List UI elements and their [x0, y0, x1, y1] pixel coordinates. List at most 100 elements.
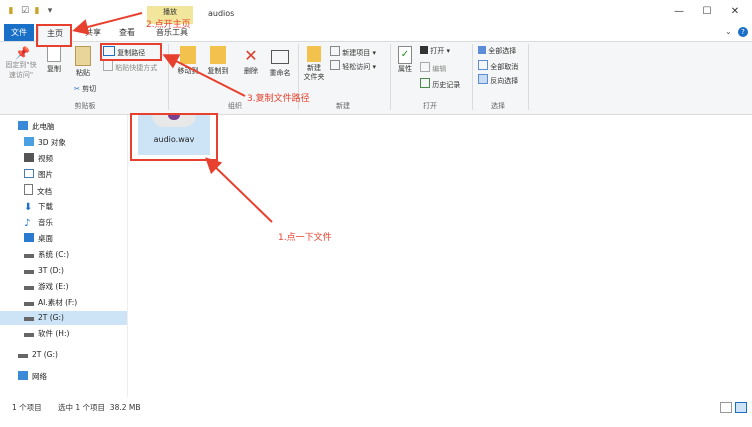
drive-icon: [24, 270, 34, 274]
history-label: 历史记录: [432, 81, 461, 89]
new-folder-label: 新建 文件夹: [303, 64, 325, 81]
annotation-step2: 2.点开主页: [146, 20, 191, 30]
invert-selection-label: 反向选择: [490, 77, 519, 85]
cut-button[interactable]: ✂ 剪切: [74, 84, 96, 94]
select-all-icon: [478, 46, 486, 54]
status-item-count: 1 个项目: [12, 403, 42, 412]
properties-button[interactable]: ✓ 属性: [394, 46, 416, 74]
nav-item-desktop[interactable]: 桌面: [24, 232, 132, 246]
nav-item-videos[interactable]: 视频: [24, 152, 132, 166]
select-none-label: 全部取消: [490, 63, 519, 71]
nav-label: 下载: [38, 202, 53, 211]
ribbon-separator: [472, 44, 473, 110]
drive-icon: [24, 317, 34, 321]
large-icons-view-icon[interactable]: [735, 402, 747, 413]
nav-item-this-pc[interactable]: 此电脑: [18, 120, 126, 134]
copy-to-icon: [210, 46, 226, 64]
nav-label: 2T (G:): [38, 313, 64, 322]
copy-button[interactable]: 复制: [42, 46, 66, 74]
edit-button[interactable]: 编辑: [420, 62, 446, 74]
move-to-icon: [180, 46, 196, 64]
picture-icon: [24, 169, 34, 178]
easy-access-button[interactable]: 轻松访问 ▾: [330, 60, 376, 72]
copy-to-button[interactable]: 复制到: [204, 46, 232, 76]
drive-icon: [24, 254, 34, 258]
nav-label: 桌面: [38, 234, 53, 243]
minimize-button[interactable]: —: [669, 6, 689, 18]
select-all-label: 全部选择: [488, 47, 517, 55]
delete-label: 删除: [244, 67, 258, 75]
rename-button[interactable]: 重命名: [265, 46, 295, 78]
paste-shortcut-button[interactable]: 粘贴快捷方式: [103, 60, 157, 73]
select-all-button[interactable]: 全部选择: [478, 46, 516, 56]
rename-label: 重命名: [269, 69, 291, 77]
tab-share[interactable]: 共享: [80, 24, 106, 41]
nav-item-drive-d[interactable]: 3T (D:): [24, 264, 132, 278]
nav-item-drive-c[interactable]: 系统 (C:): [24, 248, 132, 262]
pin-quick-access-button[interactable]: 📌 固定到"快 速访问": [4, 46, 38, 80]
nav-label: AI.素材 (F:): [38, 298, 78, 307]
open-button[interactable]: 打开 ▾: [420, 46, 450, 56]
nav-item-3d-objects[interactable]: 3D 对象: [24, 136, 132, 150]
help-icon[interactable]: ?: [738, 27, 748, 37]
clipboard-group-label: 剪贴板: [74, 102, 96, 110]
dropdown-icon: ▾: [372, 49, 376, 57]
new-folder-icon: [307, 46, 321, 62]
nav-item-drive-g[interactable]: 2T (G:): [0, 311, 127, 325]
highlight-home-tab: [36, 24, 72, 47]
details-view-icon[interactable]: [720, 402, 732, 413]
nav-item-drive-f[interactable]: AI.素材 (F:): [24, 296, 132, 310]
dropdown-icon: ▾: [372, 63, 376, 71]
window-title: audios: [208, 9, 235, 18]
paste-button[interactable]: 粘贴: [70, 46, 96, 78]
nav-label: 软件 (H:): [38, 329, 70, 338]
tab-view[interactable]: 查看: [114, 24, 140, 41]
scissors-icon: ✂: [74, 85, 80, 93]
nav-item-pictures[interactable]: 图片: [24, 168, 132, 182]
properties-icon[interactable]: ☑: [20, 6, 30, 16]
nav-label: 文档: [37, 187, 52, 196]
delete-button[interactable]: ✕ 删除: [238, 46, 264, 76]
nav-item-drive-g-removable[interactable]: 2T (G:): [18, 348, 126, 362]
new-item-icon: [330, 46, 340, 56]
nav-label: 网络: [32, 372, 47, 381]
maximize-button[interactable]: ☐: [697, 6, 717, 18]
tab-file[interactable]: 文件: [4, 24, 34, 41]
open-group-label: 打开: [423, 102, 437, 110]
nav-item-downloads[interactable]: ⬇ 下载: [24, 200, 132, 214]
nav-item-network[interactable]: 网络: [18, 370, 126, 384]
nav-item-documents[interactable]: 文档: [24, 184, 132, 198]
edit-label: 编辑: [432, 65, 447, 73]
video-icon: [24, 153, 34, 162]
customize-dropdown-icon[interactable]: ▾: [45, 6, 55, 16]
edit-icon: [420, 62, 430, 72]
ribbon-expand-icon[interactable]: ⌄: [725, 27, 732, 36]
drive-icon: [24, 333, 34, 337]
paste-shortcut-icon: [103, 60, 113, 71]
open-label: 打开: [430, 47, 445, 55]
cut-label: 剪切: [82, 85, 97, 93]
arrow-step1: [205, 157, 273, 223]
ribbon-separator: [528, 44, 529, 110]
new-item-button[interactable]: 新建项目 ▾: [330, 46, 376, 58]
select-none-button[interactable]: 全部取消: [478, 60, 518, 72]
nav-label: 图片: [38, 170, 53, 179]
nav-label: 游戏 (E:): [38, 282, 69, 291]
drive-icon: [24, 286, 34, 290]
dropdown-icon: ▾: [446, 47, 450, 55]
new-folder-icon[interactable]: ▮: [32, 6, 42, 16]
close-button[interactable]: ✕: [725, 6, 745, 18]
new-folder-button[interactable]: 新建 文件夹: [302, 46, 326, 82]
annotation-step3: 3.复制文件路径: [247, 94, 310, 104]
nav-label: 音乐: [38, 218, 53, 227]
nav-item-drive-h[interactable]: 软件 (H:): [24, 327, 132, 341]
nav-item-music[interactable]: ♪ 音乐: [24, 216, 132, 230]
desktop-icon: [24, 233, 34, 242]
move-to-button[interactable]: 移动到: [174, 46, 202, 76]
history-button[interactable]: 历史记录: [420, 78, 460, 90]
history-icon: [420, 78, 430, 88]
nav-item-drive-e[interactable]: 游戏 (E:): [24, 280, 132, 294]
invert-selection-button[interactable]: 反向选择: [478, 74, 518, 86]
highlight-file: [130, 113, 218, 161]
highlight-copy-path: [100, 43, 162, 61]
